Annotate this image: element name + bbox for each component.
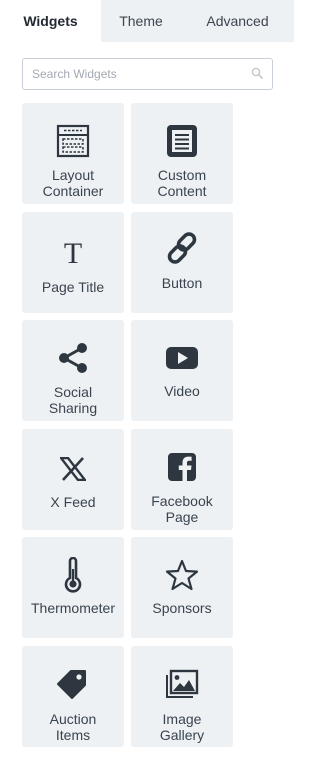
star-outline-icon <box>164 557 200 593</box>
widget-thermometer[interactable]: Thermometer <box>22 537 124 638</box>
widget-facebook-page[interactable]: Facebook Page <box>131 429 233 530</box>
widget-label: Button <box>161 275 203 291</box>
search-box <box>22 58 273 90</box>
price-tag-icon <box>55 666 91 702</box>
title-t-icon: T <box>55 234 91 270</box>
widget-video[interactable]: Video <box>131 320 233 421</box>
widget-button[interactable]: Button <box>131 212 233 313</box>
image-gallery-icon <box>164 666 200 702</box>
widget-sponsors[interactable]: Sponsors <box>131 537 233 638</box>
link-chain-icon <box>164 230 200 266</box>
widget-layout-container[interactable]: Layout Container <box>22 103 124 204</box>
thermometer-icon <box>55 557 91 593</box>
widget-x-feed[interactable]: X Feed <box>22 429 124 530</box>
tab-bar: Widgets Theme Advanced <box>0 0 294 42</box>
search-icon[interactable] <box>251 67 263 79</box>
widget-label: Social Sharing <box>48 384 98 416</box>
widget-label: Custom Content <box>157 167 207 199</box>
document-lines-icon <box>164 123 200 159</box>
tab-widgets[interactable]: Widgets <box>0 0 101 42</box>
widget-social-sharing[interactable]: Social Sharing <box>22 320 124 421</box>
widget-label: Thermometer <box>30 600 116 616</box>
svg-text:T: T <box>64 237 82 268</box>
widget-label: Image Gallery <box>159 711 205 743</box>
search-input[interactable] <box>23 59 252 89</box>
widget-label: Auction Items <box>49 711 97 743</box>
widget-label: X Feed <box>50 494 96 510</box>
widget-label: Page Title <box>41 279 105 295</box>
tab-advanced[interactable]: Advanced <box>181 0 294 42</box>
facebook-logo-icon <box>164 449 200 485</box>
widget-page-title[interactable]: T Page Title <box>22 212 124 313</box>
play-button-icon <box>164 340 200 376</box>
x-logo-icon <box>55 451 91 487</box>
widget-label: Video <box>164 383 200 399</box>
widget-image-gallery[interactable]: Image Gallery <box>131 646 233 747</box>
layout-container-icon <box>55 123 91 159</box>
widget-label: Sponsors <box>152 600 212 616</box>
widget-label: Facebook Page <box>151 493 213 525</box>
share-icon <box>55 340 91 376</box>
tab-theme[interactable]: Theme <box>101 0 181 42</box>
widget-auction-items[interactable]: Auction Items <box>22 646 124 747</box>
widget-label: Layout Container <box>42 167 104 199</box>
widget-custom-content[interactable]: Custom Content <box>131 103 233 204</box>
